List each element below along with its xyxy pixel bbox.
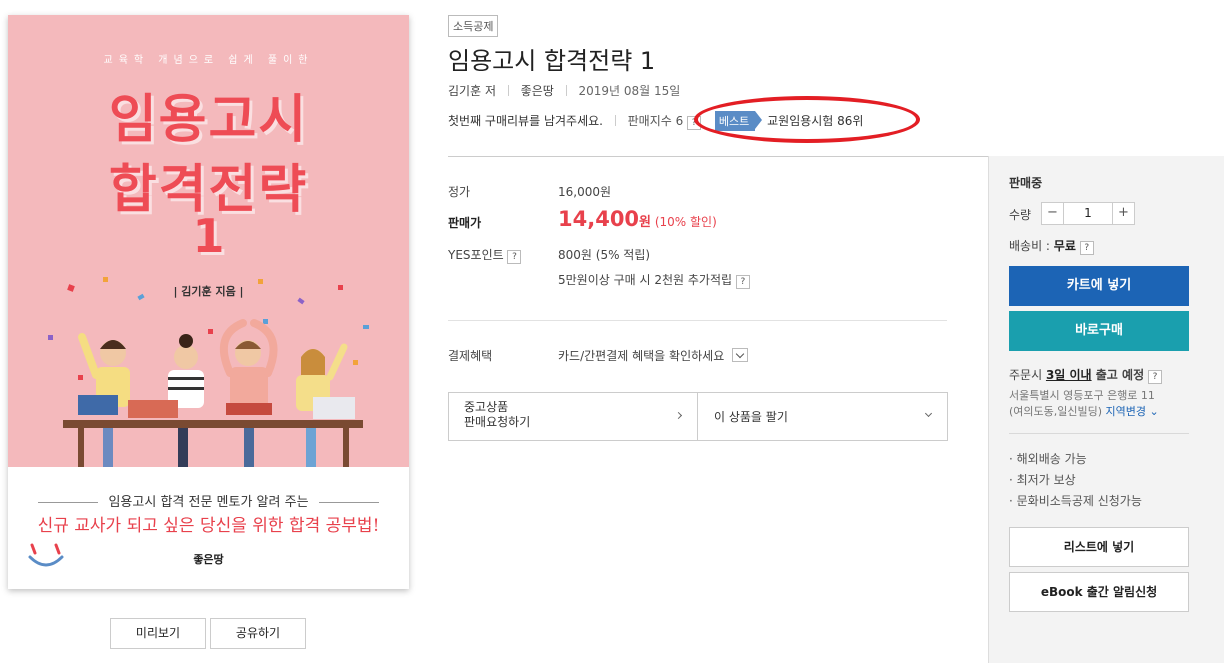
shipping-fee-value: 무료 — [1053, 239, 1076, 253]
points-value: 800원 (5% 적립) — [558, 248, 651, 262]
shipping-fee-label: 배송비 : — [1009, 239, 1054, 253]
quantity-decrease-button[interactable]: − — [1042, 203, 1064, 224]
quantity-increase-button[interactable]: + — [1112, 203, 1134, 224]
cover-title-line3: 1 — [192, 209, 225, 263]
preview-button[interactable]: 미리보기 — [110, 618, 206, 649]
chevron-down-icon — [924, 409, 933, 418]
author-link[interactable]: 김기훈 — [448, 84, 481, 98]
sell-this-product-label: 이 상품을 팔기 — [714, 410, 788, 424]
quantity-label: 수량 — [1009, 208, 1032, 222]
cover-author: | 김기훈 지음 | — [173, 285, 244, 298]
help-icon[interactable]: ? — [1147, 370, 1162, 384]
payment-benefit-label: 결제혜택 — [448, 349, 493, 363]
list-item: · 최저가 보상 — [1009, 473, 1076, 487]
page-title: 임용고시 합격전략 1 — [448, 47, 656, 75]
cover-title-line1: 임용고시 — [108, 90, 309, 150]
divider — [507, 85, 509, 96]
used-product-box: 중고상품 판매요청하기 이 상품을 팔기 — [448, 392, 948, 441]
purchase-panel: 판매중 수량 − 1 + 배송비 : 무료 ? 카트에 넣기 바로구매 주문시 … — [988, 156, 1224, 663]
divider — [448, 320, 947, 321]
service-list: · 해외배송 가능 · 최저가 보상 · 문화비소득공제 신청가능 — [1009, 449, 1142, 512]
add-to-wishlist-button[interactable]: 리스트에 넣기 — [1009, 527, 1189, 567]
quantity-input[interactable]: 1 — [1064, 203, 1112, 224]
publisher-link[interactable]: 좋은땅 — [521, 84, 554, 98]
payment-benefit: 카드/간편결제 혜택을 확인하세요 — [558, 347, 749, 364]
eta-days: 3일 이내 — [1045, 368, 1092, 382]
highlight-ellipse — [694, 96, 920, 143]
points-label: YES포인트 ? — [448, 246, 522, 264]
discount-rate: (10% 할인) — [654, 215, 717, 229]
buy-now-button[interactable]: 바로구매 — [1009, 311, 1189, 351]
quantity-stepper: − 1 + — [1041, 202, 1135, 225]
income-deduction-badge: 소득공제 — [448, 15, 499, 37]
shipping-eta: 주문시 3일 이내 출고 예정 ? — [1009, 366, 1162, 384]
sale-price-label: 판매가 — [448, 216, 482, 230]
cover-top-text: 교육학 개념으로 쉽게 풀이한 — [103, 55, 314, 66]
sell-this-product-dropdown[interactable]: 이 상품을 팔기 — [699, 393, 947, 440]
payment-benefit-text: 카드/간편결제 혜택을 확인하세요 — [558, 349, 725, 363]
points-extra: 5만원이상 구매 시 2천원 추가적립 ? — [558, 271, 750, 289]
book-cover-image[interactable]: 교육학 개념으로 쉽게 풀이한 임용고시 합격전략 1 | 김기훈 지음 | 임… — [8, 15, 409, 589]
divider — [614, 115, 616, 126]
section-divider — [448, 156, 988, 157]
smile-logo-icon — [28, 543, 64, 567]
used-label-line1: 중고상품 — [464, 400, 509, 414]
ebook-alert-button[interactable]: eBook 출간 알림신청 — [1009, 572, 1189, 612]
list-item: · 문화비소득공제 신청가능 — [1009, 494, 1142, 508]
sale-price-unit: 원 — [639, 215, 652, 230]
cover-publisher: 좋은땅 — [193, 553, 224, 566]
chevron-down-icon: ⌄ — [1146, 405, 1159, 418]
points-label-text: YES포인트 — [448, 248, 504, 262]
add-to-cart-button[interactable]: 카트에 넣기 — [1009, 266, 1189, 306]
publish-date: 2019년 08월 15일 — [578, 84, 681, 98]
used-label-line2: 판매요청하기 — [464, 415, 531, 429]
list-price-label: 정가 — [448, 185, 471, 199]
review-prompt-link[interactable]: 첫번째 구매리뷰를 남겨주세요. — [448, 114, 603, 128]
points-extra-text: 5만원이상 구매 시 2천원 추가적립 — [558, 273, 733, 287]
cover-subtitle: 임용고시 합격 전문 멘토가 알려 주는 — [8, 491, 409, 510]
delivery-address: 서울특별시 영등포구 은행로 11 (여의도동,일신빌딩) 지역변경 ⌄ — [1009, 388, 1159, 420]
help-icon[interactable]: ? — [1079, 241, 1094, 255]
sale-price: 14,400원 (10% 할인) — [558, 207, 717, 231]
share-button[interactable]: 공유하기 — [210, 618, 306, 649]
divider — [1009, 433, 1189, 434]
eta-prefix: 주문시 — [1009, 368, 1046, 382]
book-meta: 김기훈 저 좋은땅 2019년 08월 15일 — [448, 82, 680, 99]
list-item: · 해외배송 가능 — [1009, 452, 1087, 466]
sales-index: 판매지수 6 — [627, 114, 684, 128]
sale-status: 판매중 — [1009, 176, 1043, 190]
cover-tagline: 신규 교사가 되고 싶은 당신을 위한 합격 공부법! — [37, 516, 380, 536]
help-icon[interactable]: ? — [735, 275, 750, 289]
change-region-link[interactable]: 지역변경 — [1106, 405, 1146, 418]
used-sale-request-button[interactable]: 중고상품 판매요청하기 — [449, 393, 698, 440]
address-line2: (여의도동,일신빌딩) — [1009, 405, 1103, 418]
divider — [565, 85, 567, 96]
author-suffix: 저 — [484, 84, 496, 98]
shipping-fee: 배송비 : 무료 ? — [1009, 237, 1094, 255]
help-icon[interactable]: ? — [507, 250, 522, 264]
sale-price-value: 14,400 — [558, 207, 640, 231]
eta-suffix: 출고 예정 — [1091, 368, 1145, 382]
address-line1: 서울특별시 영등포구 은행로 11 — [1009, 389, 1155, 402]
list-price-value: 16,000원 — [558, 185, 612, 199]
chevron-down-icon[interactable] — [732, 348, 749, 362]
